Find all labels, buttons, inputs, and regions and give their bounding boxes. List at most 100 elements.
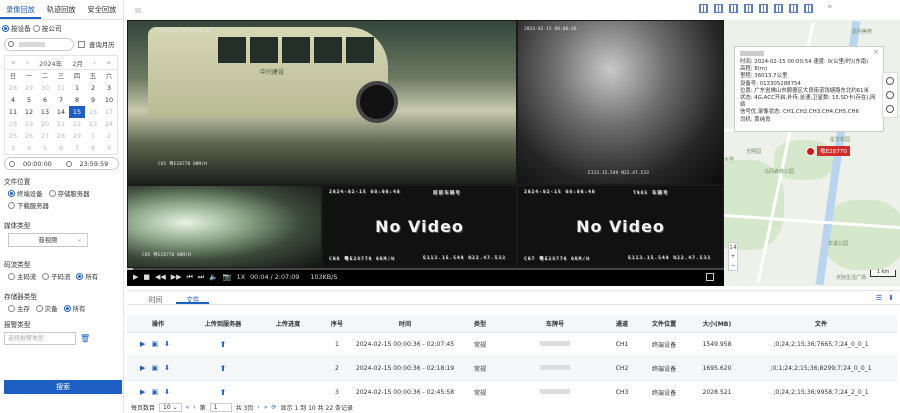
close-icon[interactable]: × — [873, 48, 879, 56]
calendar-month[interactable]: 2月 — [72, 58, 83, 68]
calendar-day[interactable]: 4 — [21, 142, 37, 154]
calendar-day[interactable]: 7 — [53, 94, 69, 106]
end-time-input[interactable]: 23:59:59 — [62, 160, 119, 168]
video-tile-ch2[interactable]: 2024-02-15 00:00:40 E113.15.549 N22.47.5… — [517, 20, 724, 185]
calendar-day[interactable]: 9 — [85, 94, 101, 106]
table-row[interactable]: ▶▣⬇ ⬆ 1 2024-02-15 00:00:36 - 02:07:45 常… — [127, 332, 897, 357]
prev-frame-icon[interactable]: ⏮ — [187, 273, 193, 282]
calendar-day[interactable]: 22 — [69, 118, 85, 130]
search-button[interactable]: 搜索 — [4, 380, 122, 394]
next-year-icon[interactable]: » — [106, 58, 111, 67]
prev-year-icon[interactable]: « — [11, 58, 16, 67]
calendar-day[interactable]: 14 — [53, 106, 69, 118]
volume-icon[interactable]: 🔈 — [209, 273, 218, 281]
calendar-day[interactable]: 10 — [101, 94, 117, 106]
per-page-select[interactable]: 10 ⌄ — [159, 403, 182, 412]
video-tile-ch1[interactable]: 中兴建设 2024-02-15 00:00:40 CH1 粤E28770 0KM… — [127, 20, 517, 185]
calendar-day[interactable]: 28 — [5, 82, 21, 94]
first-page-icon[interactable]: « — [186, 404, 190, 411]
storage-main[interactable]: 主存 — [8, 304, 30, 313]
camera-icon[interactable]: 📷 — [223, 273, 232, 281]
calendar-day[interactable]: 6 — [37, 94, 53, 106]
upload-icon[interactable]: ⬆ — [220, 364, 227, 373]
calendar-day[interactable]: 29 — [21, 82, 37, 94]
play-icon[interactable]: ▶ — [140, 388, 151, 396]
calendar-day[interactable]: 25 — [5, 130, 21, 142]
upload-icon[interactable]: ⬆ — [220, 388, 227, 397]
last-page-icon[interactable]: » — [264, 404, 268, 411]
video-tile-ch6[interactable]: No Video 2024-02-15 00:00:40 前前车辆号 CH6 粤… — [322, 185, 517, 268]
calendar-day[interactable]: 13 — [37, 106, 53, 118]
start-time-input[interactable]: 00:00:00 — [5, 160, 62, 168]
vehicle-marker[interactable]: 粤E28770 — [806, 146, 850, 156]
calendar-day[interactable]: 2 — [101, 130, 117, 142]
calendar-day[interactable]: 1 — [69, 82, 85, 94]
play-icon[interactable]: ▶ — [140, 340, 151, 348]
calendar-day[interactable]: 3 — [101, 82, 117, 94]
stream-main[interactable]: 主码流 — [8, 272, 36, 281]
rewind-icon[interactable]: ◀◀ — [155, 273, 166, 281]
calendar-day[interactable]: 5 — [37, 142, 53, 154]
file-loc-storage[interactable]: 存储服务器 — [48, 189, 90, 198]
file-loc-download[interactable]: 下载服务器 — [8, 201, 49, 210]
calendar-day[interactable]: 28 — [53, 130, 69, 142]
page-input[interactable]: 1 — [209, 403, 232, 412]
layout-1-icon[interactable] — [699, 4, 708, 13]
fullscreen-icon[interactable] — [706, 273, 714, 281]
layers-icon[interactable] — [886, 91, 894, 99]
alarm-type-select[interactable]: 选择报警类型 — [4, 332, 76, 345]
zoom-out-button[interactable]: − — [729, 261, 737, 270]
calendar-day[interactable]: 1 — [85, 130, 101, 142]
screenshot-icon[interactable] — [789, 4, 798, 13]
calendar-year[interactable]: 2024年 — [39, 58, 62, 68]
next-month-icon[interactable]: › — [93, 58, 96, 67]
calendar-day[interactable]: 11 — [5, 106, 21, 118]
vehicle-search-input[interactable] — [4, 38, 74, 51]
cube-icon[interactable] — [886, 105, 894, 113]
prev-month-icon[interactable]: ‹ — [26, 58, 29, 67]
layout-16-icon[interactable] — [774, 4, 783, 13]
video-tile-ch7[interactable]: No Video 2024-02-15 00:00:40 T965 车辆号 CH… — [517, 185, 724, 268]
fast-forward-icon[interactable]: ▶▶ — [171, 273, 182, 281]
calendar-day-selected[interactable]: 15 — [69, 106, 85, 118]
next-page-icon[interactable]: › — [257, 404, 259, 411]
calendar-day[interactable]: 26 — [21, 130, 37, 142]
progress-track[interactable] — [127, 268, 724, 270]
table-row[interactable]: ▶▣⬇ ⬆ 2 2024-02-15 00:00:36 - 02:18:19 常… — [127, 356, 897, 381]
play-icon[interactable]: ▶ — [133, 273, 138, 281]
calendar-day[interactable]: 18 — [5, 118, 21, 130]
layout-6-icon[interactable] — [729, 4, 738, 13]
file-loc-terminal[interactable]: 终端设备 — [8, 189, 43, 198]
calendar-day[interactable]: 3 — [5, 142, 21, 154]
map[interactable]: 龙利美苑 大学 光明园 马冈森林公园 年溪公园 天际生活广场 星华花园 × 时间… — [724, 20, 900, 286]
stream-all[interactable]: 所有 — [76, 272, 98, 281]
refresh-icon[interactable]: ⟳ — [272, 404, 277, 411]
tab-track-playback[interactable]: 轨迹回放 — [41, 0, 82, 19]
play-icon[interactable]: ▶ — [140, 364, 151, 372]
locate-icon[interactable] — [886, 77, 894, 85]
column-settings-icon[interactable]: ☰ — [876, 294, 882, 302]
storage-all[interactable]: 所有 — [63, 304, 85, 313]
layout-8-icon[interactable] — [744, 4, 753, 13]
tab-video-playback[interactable]: 录像回放 — [0, 0, 41, 19]
trash-icon[interactable]: 🗑 — [80, 334, 90, 343]
download-icon[interactable]: ⬇ — [164, 388, 176, 396]
calendar-day[interactable]: 31 — [53, 82, 69, 94]
video-icon[interactable]: ▣ — [151, 340, 164, 348]
download-all-icon[interactable]: ⬇ — [888, 294, 894, 302]
calendar-day[interactable]: 23 — [85, 118, 101, 130]
zoom-in-button[interactable]: + — [729, 252, 737, 261]
calendar-day[interactable]: 2 — [85, 82, 101, 94]
calendar-day[interactable]: 7 — [69, 142, 85, 154]
storage-backup[interactable]: 灾备 — [35, 304, 58, 313]
video-icon[interactable]: ▣ — [151, 388, 164, 396]
media-type-select[interactable]: 音视频 ⌄ — [8, 233, 88, 247]
video-tile-ch5[interactable]: CH5 粤E28770 0KM/H — [127, 185, 322, 268]
prev-page-icon[interactable]: ‹ — [193, 404, 195, 411]
download-icon[interactable]: ⬇ — [164, 364, 176, 372]
calendar-day[interactable]: 5 — [21, 94, 37, 106]
calendar-day[interactable]: 21 — [53, 118, 69, 130]
tab-time[interactable]: 时间 — [139, 291, 172, 304]
calendar-day[interactable]: 6 — [53, 142, 69, 154]
upload-icon[interactable]: ⬆ — [220, 340, 227, 349]
